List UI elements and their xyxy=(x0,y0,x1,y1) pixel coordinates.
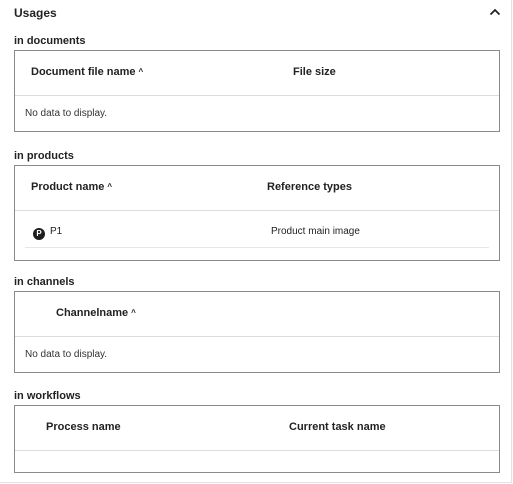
product-name-cell[interactable]: P P1 xyxy=(33,226,62,240)
channels-table-header: Channelname ^ xyxy=(15,292,499,337)
collapse-button[interactable] xyxy=(484,2,506,22)
row-divider xyxy=(25,247,489,248)
column-header-file-size[interactable]: File size xyxy=(293,66,336,78)
product-badge-icon: P xyxy=(33,227,45,240)
usages-panel: Usages in documents Document file name ^ … xyxy=(0,0,512,483)
column-header-label: Document file name xyxy=(31,66,136,78)
documents-table-header: Document file name ^ File size xyxy=(15,51,499,96)
empty-message: No data to display. xyxy=(25,349,108,360)
channels-empty-row: No data to display. xyxy=(15,337,499,374)
documents-table: Document file name ^ File size No data to… xyxy=(14,50,500,132)
column-header-reference-types[interactable]: Reference types xyxy=(267,181,352,193)
empty-message: No data to display. xyxy=(25,108,108,119)
documents-empty-row: No data to display. xyxy=(15,96,499,133)
column-header-label: Channelname xyxy=(56,307,129,319)
product-name: P1 xyxy=(50,226,63,237)
sort-ascending-icon: ^ xyxy=(131,308,136,317)
table-row[interactable]: P P1 Product main image xyxy=(15,211,499,248)
column-header-label: Product name xyxy=(31,181,105,193)
chevron-up-icon xyxy=(489,8,501,16)
usages-header: Usages xyxy=(0,0,512,26)
sort-ascending-icon: ^ xyxy=(107,182,113,191)
column-header-product-name[interactable]: Product name ^ xyxy=(31,181,112,193)
column-header-document-file-name[interactable]: Document file name ^ xyxy=(31,66,143,78)
column-header-current-task-name[interactable]: Current task name xyxy=(289,421,386,433)
column-header-process-name[interactable]: Process name xyxy=(46,421,121,433)
products-table-header: Product name ^ Reference types xyxy=(15,166,499,211)
column-header-channelname[interactable]: Channelname ^ xyxy=(56,307,136,319)
section-title-channels: in channels xyxy=(14,276,75,288)
sort-ascending-icon: ^ xyxy=(138,67,144,76)
workflows-table: Process name Current task name xyxy=(14,405,500,473)
section-title-documents: in documents xyxy=(14,35,86,47)
usages-title: Usages xyxy=(14,6,57,20)
products-table: Product name ^ Reference types P P1 Produc… xyxy=(14,165,500,261)
section-title-workflows: in workflows xyxy=(14,390,81,402)
reference-type-cell: Product main image xyxy=(271,226,360,237)
channels-table: Channelname ^ No data to display. xyxy=(14,291,500,373)
section-title-products: in products xyxy=(14,150,74,162)
workflows-table-header: Process name Current task name xyxy=(15,406,499,451)
